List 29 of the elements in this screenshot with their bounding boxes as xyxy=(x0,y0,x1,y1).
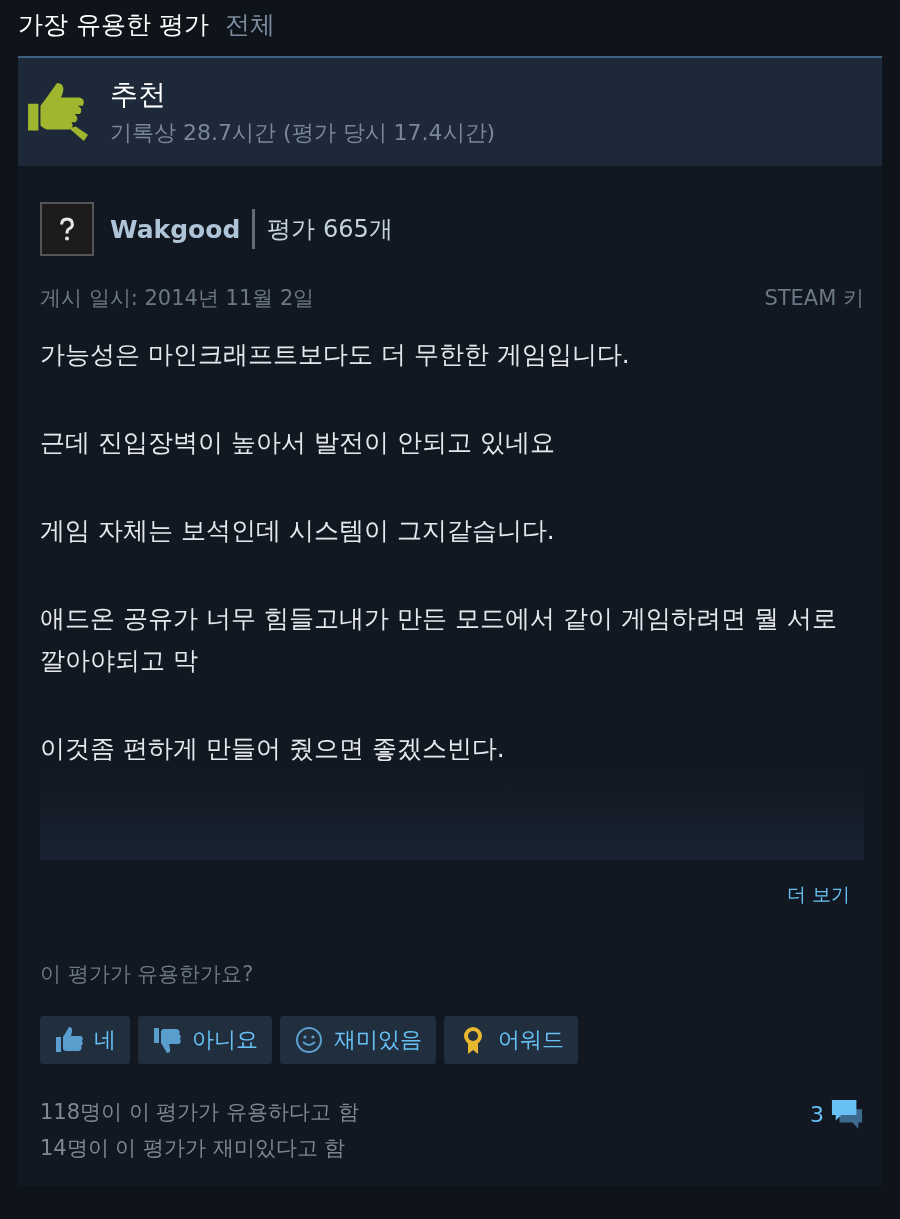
author-name[interactable]: Wakgood xyxy=(110,214,241,244)
posted-date: 게시 일시: 2014년 11월 2일 xyxy=(40,285,315,312)
review-paragraph: 이것좀 편하게 만들어 줬으면 좋겠스빈다. xyxy=(40,733,506,765)
avatar[interactable] xyxy=(40,202,94,256)
product-source: STEAM 키 xyxy=(764,285,864,312)
playtime-text: 기록상 28.7시간 (평가 당시 17.4시간) xyxy=(110,119,496,147)
vote-summary: 14명이 이 평가가 재미있다고 함 xyxy=(40,1135,347,1162)
no-button[interactable]: 아니요 xyxy=(138,1016,272,1064)
vote-summary: 118명이 이 평가가 유용하다고 함 xyxy=(40,1099,359,1126)
thumbs-down-icon xyxy=(152,1025,182,1055)
all-reviews-link[interactable]: 전체 xyxy=(224,7,275,41)
verdict-label: 추천 xyxy=(110,77,167,113)
review-count: 평가 665개 xyxy=(267,214,393,245)
question-mark-icon xyxy=(58,216,76,242)
review-paragraph: 가능성은 마인크래프트보다도 더 무한한 게임입니다. xyxy=(40,339,631,371)
review-paragraph: 애드온 공유가 너무 힘들고내가 만든 모드에서 같이 게임하려면 뭘 서로 깔아야되고 막 xyxy=(40,603,838,677)
smiley-icon xyxy=(294,1025,324,1055)
comment-count[interactable]: 3 xyxy=(810,1101,824,1127)
read-more-link[interactable]: 더 보기 xyxy=(786,882,850,908)
award-button[interactable]: 어워드 xyxy=(444,1016,578,1064)
review-paragraph: 게임 자체는 보석인데 시스템이 그지같습니다. xyxy=(40,515,556,547)
review-paragraph: 근데 진입장벽이 높아서 발전이 안되고 있네요 xyxy=(40,427,556,459)
thumbs-up-icon xyxy=(54,1025,84,1055)
helpful-question: 이 평가가 유용한가요? xyxy=(40,961,255,988)
thumbs-up-icon xyxy=(26,81,88,143)
section-title: 가장 유용한 평가 xyxy=(18,8,209,41)
speech-bubbles-icon xyxy=(830,1098,864,1130)
yes-button[interactable]: 네 xyxy=(40,1016,130,1064)
funny-button[interactable]: 재미있음 xyxy=(280,1016,436,1064)
